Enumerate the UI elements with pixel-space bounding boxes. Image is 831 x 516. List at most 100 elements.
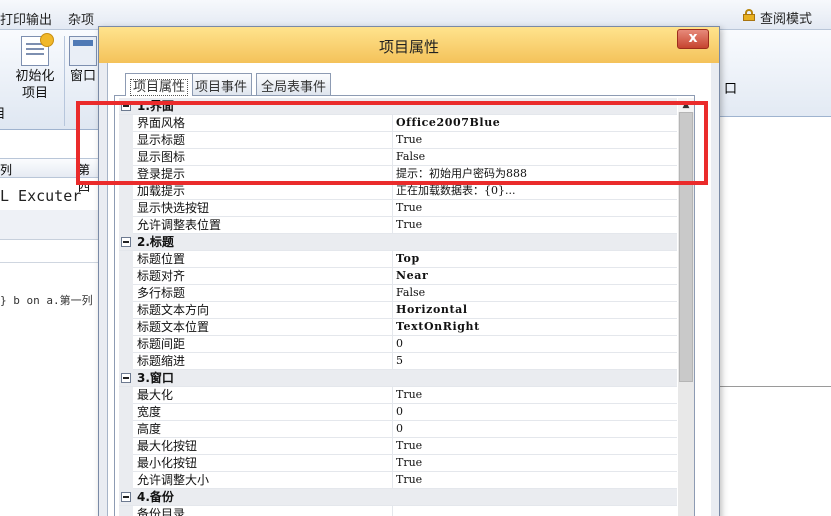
property-row[interactable]: 标题缩进 5 [119, 353, 677, 370]
column-header-a[interactable]: 列 [0, 161, 12, 178]
collapse-toggle-icon[interactable] [121, 237, 131, 247]
property-row[interactable]: 宽度 0 [119, 404, 677, 421]
ribbon-right-label: 口 [724, 82, 738, 97]
property-row[interactable]: 标题位置 Top [119, 251, 677, 268]
tab-project-events[interactable]: 项目事件 [190, 73, 253, 95]
property-value[interactable]: 0 [396, 336, 676, 353]
property-value[interactable]: 提示：初始用户密码为888 [396, 166, 676, 183]
property-name: 宽度 [137, 404, 393, 421]
property-name: 最大化按钮 [137, 438, 393, 455]
row-gutter [119, 183, 133, 200]
project-properties-dialog: 项目属性 x 项目属性 项目事件 全局表事件 1.界面界面风格 Office200… [98, 26, 720, 516]
property-value[interactable]: False [396, 149, 676, 166]
property-value[interactable]: True [396, 132, 676, 149]
property-row[interactable]: 显示快选按钮 True [119, 200, 677, 217]
menu-misc[interactable]: 杂项 [68, 9, 94, 28]
property-name: 标题间距 [137, 336, 393, 353]
property-value[interactable]: 0 [396, 421, 676, 438]
document-icon [21, 33, 54, 66]
vertical-scrollbar[interactable]: ▲ [678, 98, 694, 516]
tab-global-table-events[interactable]: 全局表事件 [256, 73, 332, 95]
property-value[interactable]: True [396, 438, 676, 455]
property-row[interactable]: 显示标题 True [119, 132, 677, 149]
property-row[interactable]: 登录提示 提示：初始用户密码为888 [119, 166, 677, 183]
window-icon [69, 36, 97, 66]
menu-print-output[interactable]: 打印输出 [0, 9, 52, 28]
row-gutter [119, 115, 133, 132]
property-name: 高度 [137, 421, 393, 438]
category-row[interactable]: 1.界面 [119, 98, 677, 115]
row-gutter [119, 319, 133, 336]
ribbon-separator [64, 36, 65, 126]
property-value[interactable]: 0 [396, 404, 676, 421]
property-value[interactable]: True [396, 217, 676, 234]
property-row[interactable]: 备份目录 [119, 506, 677, 516]
property-row[interactable]: 最大化 True [119, 387, 677, 404]
sql-executor-tab[interactable]: L Excuter [0, 182, 100, 210]
property-value[interactable]: Office2007Blue [396, 115, 676, 132]
row-gutter [119, 166, 133, 183]
close-icon: x [688, 30, 698, 46]
property-row[interactable]: 允许调整表位置 True [119, 217, 677, 234]
init-project-label: 初始化项目 [15, 69, 55, 101]
property-value[interactable]: True [396, 200, 676, 217]
collapse-toggle-icon[interactable] [121, 101, 131, 111]
property-value[interactable]: True [396, 455, 676, 472]
category-row[interactable]: 3.窗口 [119, 370, 677, 387]
lock-icon [743, 9, 755, 21]
property-value[interactable]: Near [396, 268, 676, 285]
property-row[interactable]: 最小化按钮 True [119, 455, 677, 472]
category-label: 1.界面 [137, 99, 174, 113]
property-row[interactable]: 标题文本位置 TextOnRight [119, 319, 677, 336]
property-value[interactable]: TextOnRight [396, 319, 676, 336]
property-row[interactable]: 标题对齐 Near [119, 268, 677, 285]
property-value[interactable]: Horizontal [396, 302, 676, 319]
scroll-thumb[interactable] [679, 112, 693, 382]
property-name: 标题文本方向 [137, 302, 393, 319]
property-value[interactable] [396, 506, 676, 516]
property-value[interactable]: 5 [396, 353, 676, 370]
init-project-button[interactable]: 初始化项目 [12, 33, 58, 102]
row-gutter [119, 200, 133, 217]
property-name: 标题文本位置 [137, 319, 393, 336]
category-label: 3.窗口 [137, 371, 174, 385]
view-mode-label[interactable]: 查阅模式 [760, 8, 812, 27]
property-name: 标题位置 [137, 251, 393, 268]
category-row[interactable]: 4.备份 [119, 489, 677, 506]
category-row[interactable]: 2.标题 [119, 234, 677, 251]
property-name: 最大化 [137, 387, 393, 404]
property-name: 备份目录 [137, 506, 393, 516]
window-button[interactable]: 窗口 [68, 36, 98, 85]
category-label: 4.备份 [137, 490, 174, 504]
property-value[interactable]: False [396, 285, 676, 302]
property-name: 显示图标 [137, 149, 393, 166]
tab-project-properties[interactable]: 项目属性 [125, 73, 194, 96]
property-value[interactable]: 正在加载数据表：{0}... [396, 183, 676, 200]
property-name: 登录提示 [137, 166, 393, 183]
property-name: 界面风格 [137, 115, 393, 132]
collapse-toggle-icon[interactable] [121, 492, 131, 502]
property-value[interactable]: True [396, 387, 676, 404]
sql-editor-text[interactable]: } b on a.第一列 = [0, 292, 106, 308]
collapse-toggle-icon[interactable] [121, 373, 131, 383]
property-row[interactable]: 标题间距 0 [119, 336, 677, 353]
property-row[interactable]: 允许调整大小 True [119, 472, 677, 489]
scroll-up-arrow-icon[interactable]: ▲ [678, 98, 694, 112]
property-value[interactable]: True [396, 472, 676, 489]
property-row[interactable]: 多行标题 False [119, 285, 677, 302]
property-row[interactable]: 界面风格 Office2007Blue [119, 115, 677, 132]
property-row[interactable]: 显示图标 False [119, 149, 677, 166]
row-gutter [119, 404, 133, 421]
window-label: 窗口 [69, 69, 96, 84]
background-grid-header: 列 第四 [0, 158, 100, 194]
close-button[interactable]: x [677, 29, 709, 49]
dialog-titlebar[interactable]: 项目属性 x [99, 27, 719, 63]
property-row[interactable]: 标题文本方向 Horizontal [119, 302, 677, 319]
row-gutter [119, 251, 133, 268]
property-name: 标题对齐 [137, 268, 393, 285]
property-value[interactable]: Top [396, 251, 676, 268]
property-row[interactable]: 加载提示 正在加载数据表：{0}... [119, 183, 677, 200]
ribbon-clipped-button[interactable]: 目 [0, 70, 8, 123]
property-row[interactable]: 高度 0 [119, 421, 677, 438]
property-row[interactable]: 最大化按钮 True [119, 438, 677, 455]
